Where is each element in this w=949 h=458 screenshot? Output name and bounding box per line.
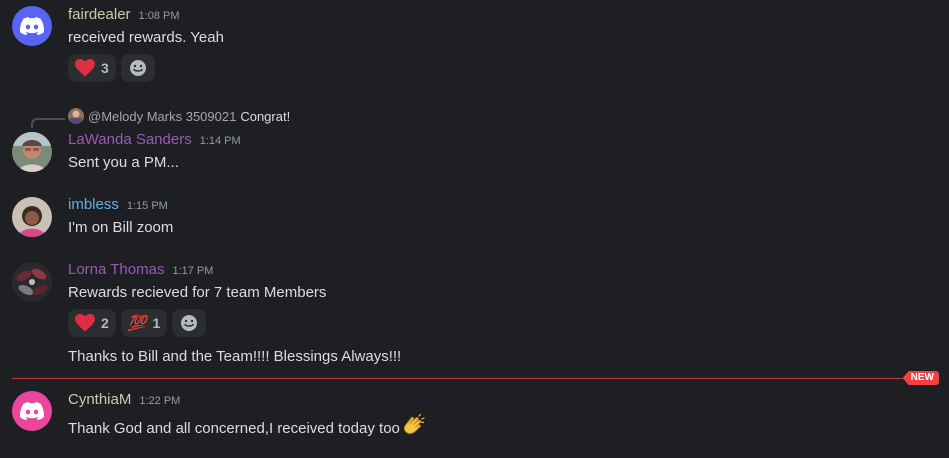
clapping-hands-icon [403,414,425,434]
username[interactable]: Lorna Thomas [68,261,164,278]
message-cynthiam: CynthiaM 1:22 PM Thank God and all conce… [0,391,949,441]
message-fairdealer: fairdealer 1:08 PM received rewards. Yea… [0,6,949,86]
message-header: LaWanda Sanders 1:14 PM [68,131,241,148]
message-text: Sent you a PM... [68,154,179,171]
message-imbless: imbless 1:15 PM I'm on Bill zoom [0,196,949,246]
username[interactable]: LaWanda Sanders [68,131,192,148]
hundred-points-icon: 💯 [127,315,147,332]
username[interactable]: CynthiaM [68,391,131,408]
reply-username[interactable]: @Melody Marks 3509021 [88,109,236,124]
reply-avatar [68,108,84,124]
new-messages-divider [12,378,937,379]
reactions: 3 [68,54,155,82]
reply-context[interactable]: @Melody Marks 3509021 Congrat! [68,108,290,124]
discord-logo-icon [20,402,44,420]
reaction-heart[interactable]: 2 [68,309,116,337]
message-text-row: Thank God and all concerned,I received t… [68,414,425,437]
new-badge: NEW [902,371,939,385]
avatar[interactable] [12,391,52,431]
avatar[interactable] [12,262,52,302]
reaction-count: 2 [101,315,109,331]
reply-text: Congrat! [240,108,291,124]
smiley-icon [181,315,198,331]
timestamp: 1:17 PM [172,265,214,277]
avatar[interactable] [12,6,52,46]
message-followup-text: Thanks to Bill and the Team!!!! Blessing… [68,348,402,365]
username[interactable]: fairdealer [68,6,131,23]
message-text: Thank God and all concerned,I received t… [68,420,400,437]
message-text: I'm on Bill zoom [68,219,174,236]
timestamp: 1:08 PM [138,10,180,22]
add-reaction-button[interactable] [172,309,207,337]
reaction-count: 3 [101,60,109,76]
message-header: imbless 1:15 PM [68,196,168,213]
smiley-icon [129,60,146,76]
timestamp: 1:14 PM [199,135,241,147]
message-header: Lorna Thomas 1:17 PM [68,261,213,278]
reactions: 2 💯 1 [68,309,207,337]
username[interactable]: imbless [68,196,119,213]
message-text: Rewards recieved for 7 team Members [68,284,327,301]
timestamp: 1:15 PM [126,200,168,212]
message-lawanda-sanders: LaWanda Sanders 1:14 PM Sent you a PM... [0,131,949,181]
reaction-count: 1 [152,315,161,331]
message-header: fairdealer 1:08 PM [68,6,180,23]
avatar[interactable] [12,132,52,172]
message-text: received rewards. Yeah [68,29,224,46]
reaction-heart[interactable]: 3 [68,54,116,82]
reaction-hundred[interactable]: 💯 1 [120,309,168,337]
add-reaction-button[interactable] [120,54,155,82]
heart-icon [75,314,95,332]
message-lorna-thomas: Lorna Thomas 1:17 PM Rewards recieved fo… [0,261,949,371]
heart-icon [75,59,95,77]
avatar[interactable] [12,197,52,237]
message-header: CynthiaM 1:22 PM [68,391,180,408]
timestamp: 1:22 PM [139,395,181,407]
discord-logo-icon [20,17,44,35]
reply-spine [31,118,65,128]
